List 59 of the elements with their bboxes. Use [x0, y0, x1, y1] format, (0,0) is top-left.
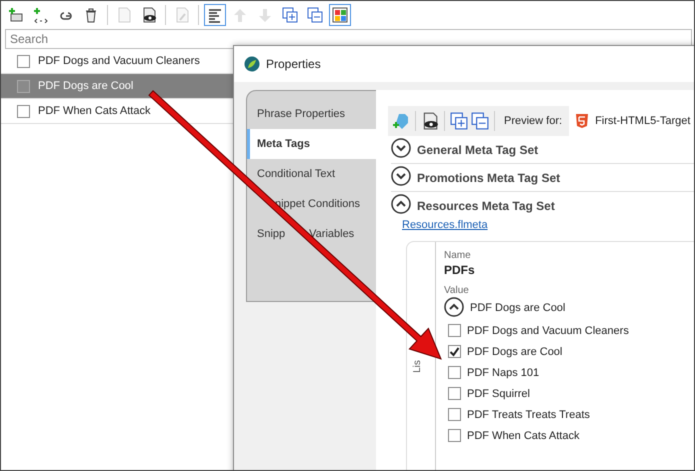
- item-checkbox[interactable]: [17, 104, 30, 118]
- up-arrow-icon: [232, 7, 248, 23]
- expand-all-icon: [282, 7, 298, 23]
- wrench-document-icon: [174, 7, 190, 23]
- add-variable-icon: [33, 7, 49, 23]
- option-label: PDF Dogs and Vacuum Cleaners: [467, 324, 629, 336]
- item-checkbox[interactable]: [17, 80, 30, 92]
- option-checkbox[interactable]: [448, 324, 461, 337]
- document-eye-icon[interactable]: [421, 112, 439, 130]
- option-checkbox[interactable]: [448, 429, 461, 442]
- option-label: PDF Naps 101: [467, 366, 540, 378]
- tab[interactable]: Meta Tags: [247, 129, 376, 159]
- item-label: PDF When Cats Attack: [38, 105, 150, 117]
- tab[interactable]: Phrase Properties: [247, 99, 376, 129]
- option-label: PDF When Cats Attack: [467, 430, 580, 442]
- trash-icon: [83, 7, 99, 23]
- preview-label: Preview for:: [503, 115, 564, 127]
- toolbar-button[interactable]: [204, 4, 226, 26]
- collapse-all-icon: [307, 7, 323, 23]
- html5-shield-icon: [575, 113, 590, 129]
- value-label: Value: [444, 285, 470, 296]
- name-label: Name: [444, 250, 472, 261]
- tab[interactable]: Snipp Variables: [247, 219, 376, 249]
- color-grid-icon: [332, 7, 348, 23]
- expand-all-icon[interactable]: [450, 112, 468, 130]
- add-row-icon: [8, 7, 24, 23]
- option-label: PDF Squirrel: [467, 388, 530, 400]
- chevron-icon[interactable]: [391, 166, 411, 186]
- option-checkbox[interactable]: [448, 387, 461, 400]
- chevron-icon[interactable]: [391, 138, 411, 158]
- value-text: PDF Dogs are Cool: [470, 302, 566, 314]
- option-label: PDF Treats Treats Treats: [467, 408, 590, 420]
- option-checkbox[interactable]: [448, 345, 461, 358]
- add-tag-icon[interactable]: [392, 112, 410, 130]
- side-label: Lis: [412, 360, 422, 373]
- item-label: PDF Dogs and Vacuum Cleaners: [38, 55, 200, 67]
- option-checkbox[interactable]: [448, 408, 461, 421]
- name-value: PDFs: [444, 263, 476, 277]
- preview-target-selector[interactable]: First-HTML5-Target: [569, 106, 694, 136]
- collapse-all-icon[interactable]: [471, 112, 489, 130]
- chevron-icon[interactable]: [444, 296, 464, 316]
- leaf-logo-icon: [244, 56, 260, 72]
- document-eye-icon: [141, 7, 157, 23]
- tab[interactable]: nippet Conditions: [247, 189, 376, 219]
- option-checkbox[interactable]: [448, 366, 461, 379]
- file-link[interactable]: Resources.flmeta: [402, 219, 488, 231]
- section-title: Resources Meta Tag Set: [417, 198, 555, 212]
- item-label: PDF Dogs are Cool: [38, 80, 134, 92]
- item-checkbox[interactable]: [17, 54, 30, 68]
- align-left-icon: [207, 7, 223, 23]
- tab[interactable]: Conditional Text: [247, 159, 376, 189]
- section-title: Promotions Meta Tag Set: [417, 170, 560, 184]
- dialog-title: Properties: [266, 57, 321, 71]
- chevron-icon[interactable]: [391, 194, 411, 214]
- section-title: General Meta Tag Set: [417, 142, 538, 156]
- option-label: PDF Dogs are Cool: [467, 346, 562, 358]
- toolbar-button[interactable]: [329, 4, 351, 26]
- document-icon: [116, 7, 132, 23]
- down-arrow-icon: [257, 7, 273, 23]
